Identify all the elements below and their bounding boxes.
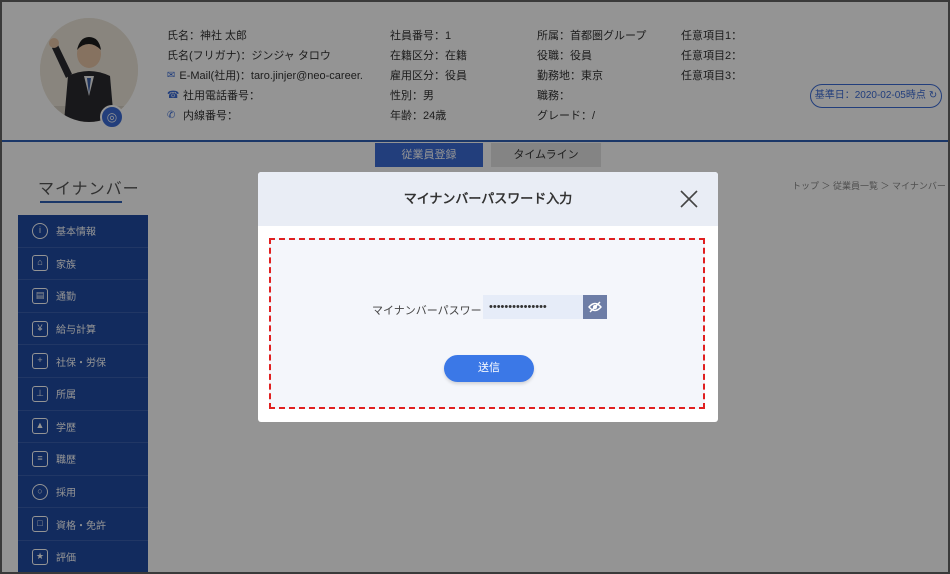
dialog-header: マイナンバーパスワード入力	[258, 172, 718, 226]
submit-button[interactable]: 送信	[444, 355, 534, 382]
close-icon[interactable]	[678, 188, 700, 210]
password-input[interactable]	[483, 295, 583, 319]
dialog-title: マイナンバーパスワード入力	[403, 191, 573, 206]
mynumber-password-dialog: マイナンバーパスワード入力 マイナンバーパスワード 送信	[258, 172, 718, 422]
dialog-body-highlight: マイナンバーパスワード 送信	[269, 238, 705, 409]
app-frame: ◎ 氏名：神社 太郎 氏名(フリガナ)：ジンジャ タロウ ✉ E-Mail(社用)…	[0, 0, 950, 574]
eye-slash-icon[interactable]	[583, 295, 607, 319]
password-label: マイナンバーパスワード	[372, 305, 493, 317]
